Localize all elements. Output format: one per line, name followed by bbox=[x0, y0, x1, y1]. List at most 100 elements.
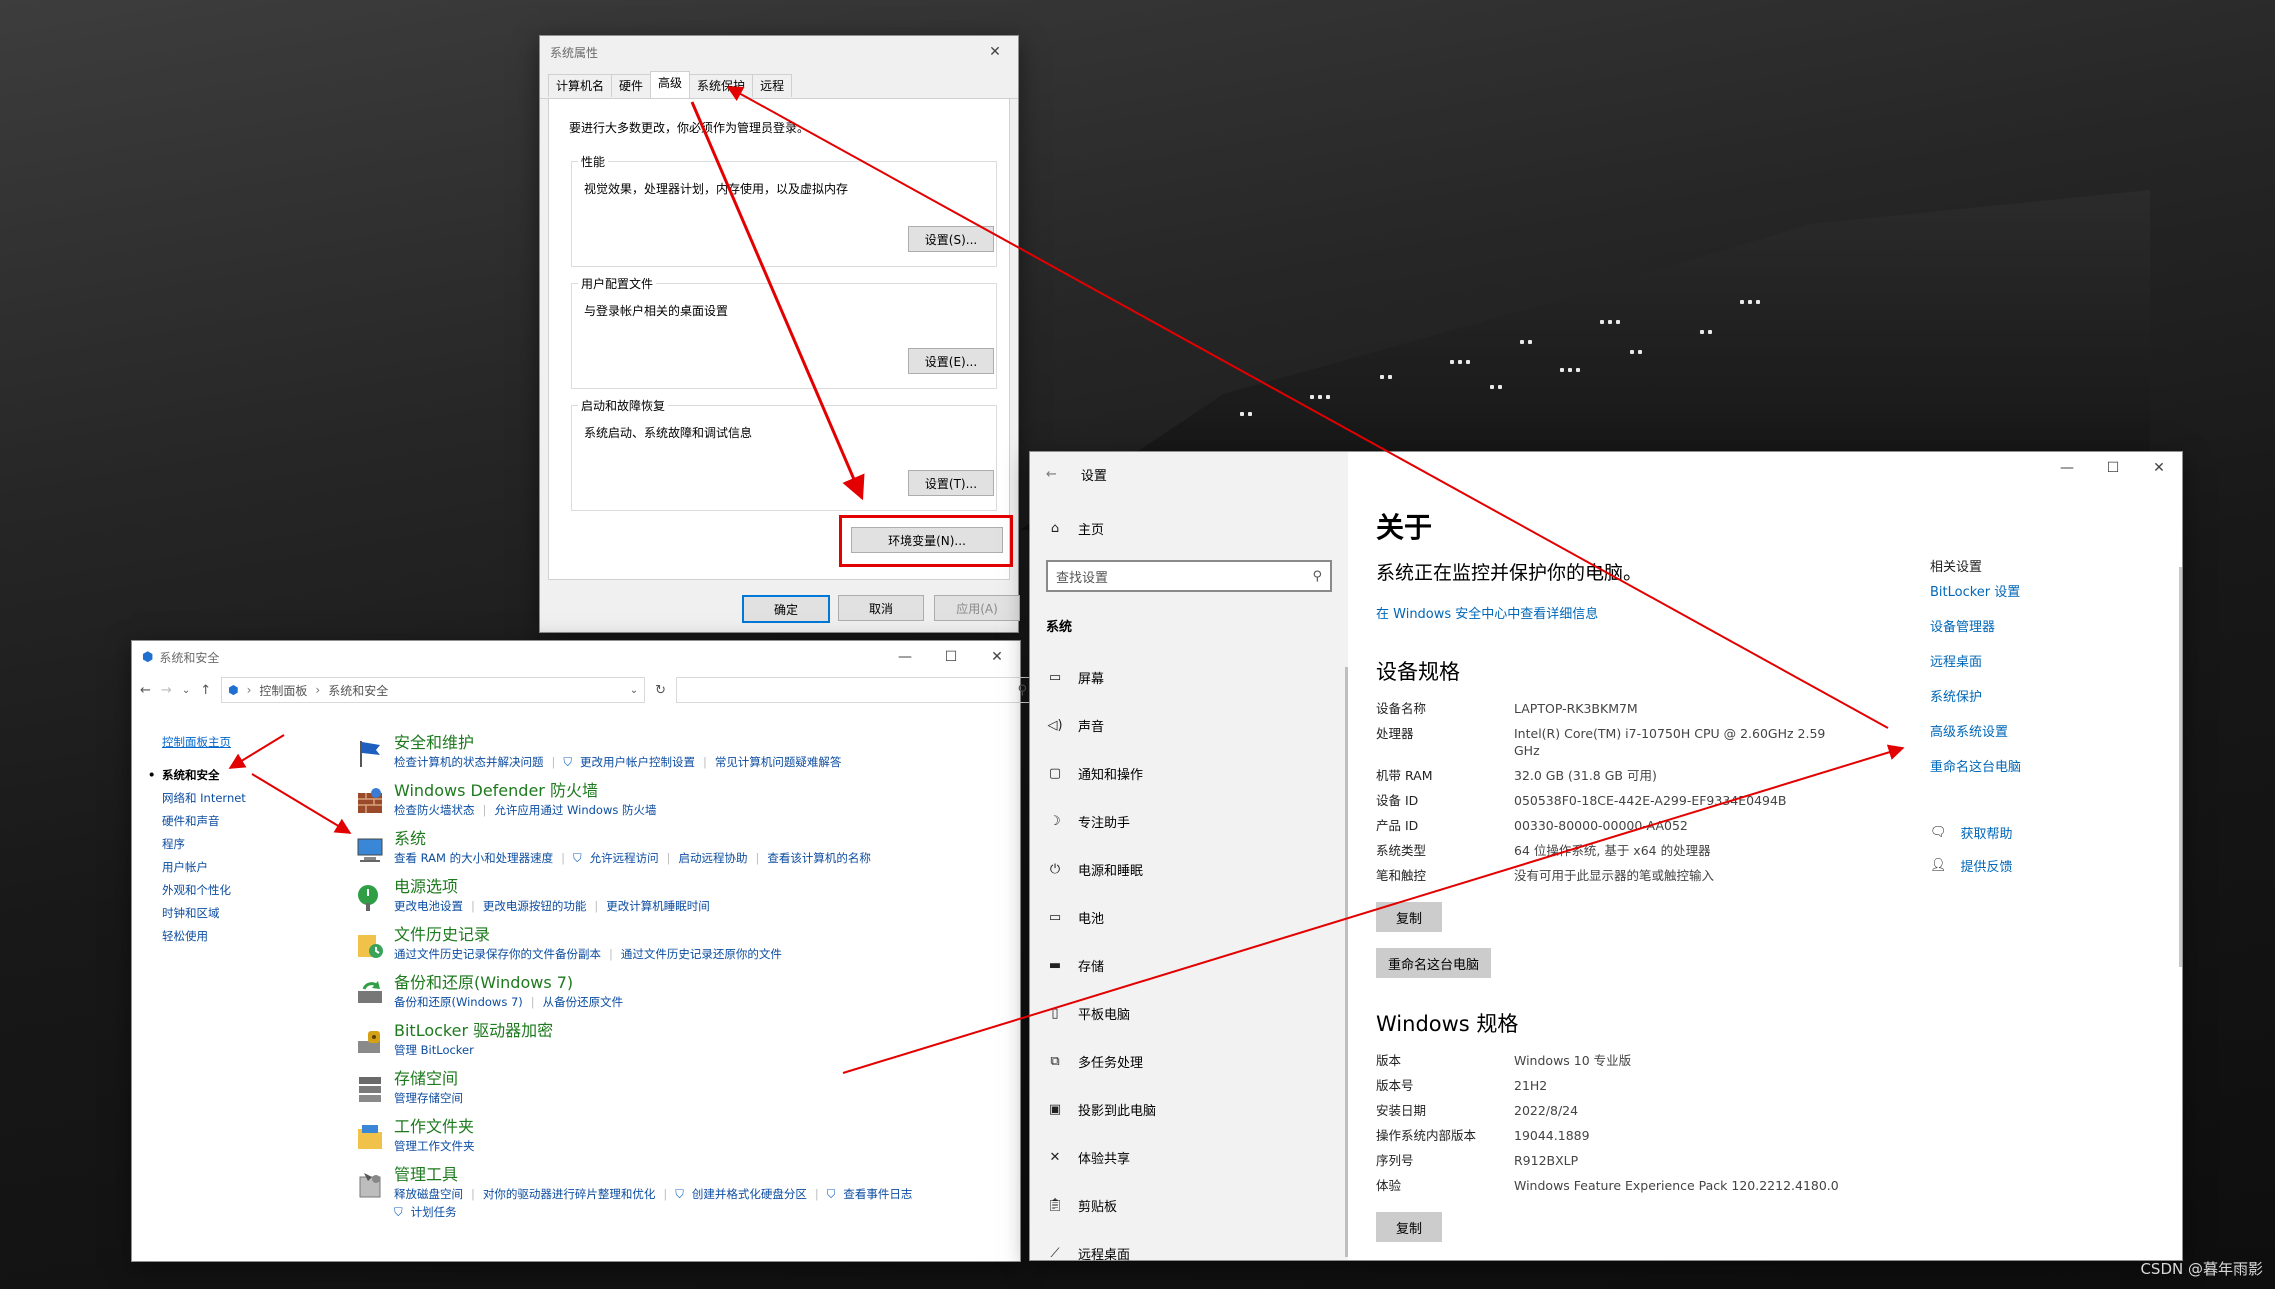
category-title[interactable]: Windows Defender 防火墙 bbox=[394, 781, 920, 801]
get-help-link[interactable]: 🗨︎ 获取帮助 bbox=[1930, 823, 2150, 842]
category-link[interactable]: 管理 BitLocker bbox=[394, 1041, 482, 1059]
category-title[interactable]: 存储空间 bbox=[394, 1069, 920, 1089]
sidebar-item-appearance[interactable]: 外观和个性化 bbox=[162, 879, 246, 902]
performance-settings-button[interactable]: 设置(S)... bbox=[908, 226, 994, 252]
sidebar-item-ease-of-access[interactable]: 轻松使用 bbox=[162, 925, 246, 948]
nav-projecting[interactable]: ▣ 投影到此电脑 bbox=[1030, 1085, 1348, 1133]
nav-power-sleep[interactable]: ⏻ 电源和睡眠 bbox=[1030, 845, 1348, 893]
back-arrow-icon[interactable]: ← bbox=[1046, 467, 1057, 482]
nav-display[interactable]: ▭ 屏幕 bbox=[1030, 653, 1348, 701]
breadcrumb-control-panel[interactable]: 控制面板 bbox=[259, 682, 307, 699]
category-link[interactable]: 更改电池设置 bbox=[394, 897, 471, 915]
nav-tablet[interactable]: ▯ 平板电脑 bbox=[1030, 989, 1348, 1037]
nav-sound[interactable]: ◁) 声音 bbox=[1030, 701, 1348, 749]
nav-home[interactable]: ⌂ 主页 bbox=[1030, 510, 1348, 546]
close-icon[interactable]: ✕ bbox=[972, 36, 1018, 68]
cp-search-input[interactable]: ⚲ bbox=[676, 677, 1035, 703]
category-link[interactable]: 查看该计算机的名称 bbox=[767, 849, 879, 867]
category-title[interactable]: 文件历史记录 bbox=[394, 925, 920, 945]
category-link[interactable]: 查看 RAM 的大小和处理器速度 bbox=[394, 849, 561, 867]
copy-windows-spec-button[interactable]: 复制 bbox=[1376, 1212, 1443, 1242]
maximize-icon[interactable]: ☐ bbox=[928, 641, 974, 673]
category-link[interactable]: 从备份还原文件 bbox=[543, 993, 632, 1011]
up-arrow-icon[interactable]: ↑ bbox=[200, 683, 211, 698]
category-title[interactable]: 管理工具 bbox=[394, 1165, 920, 1185]
category-title[interactable]: 系统 bbox=[394, 829, 920, 849]
copy-device-spec-button[interactable]: 复制 bbox=[1376, 902, 1443, 932]
sidebar-item-clock-region[interactable]: 时钟和区域 bbox=[162, 902, 246, 925]
category-title[interactable]: 工作文件夹 bbox=[394, 1117, 920, 1137]
category-title[interactable]: 安全和维护 bbox=[394, 733, 920, 753]
feedback-link[interactable]: 👤︎ 提供反馈 bbox=[1930, 856, 2150, 875]
tab-system-protection[interactable]: 系统保护 bbox=[689, 74, 754, 97]
category-link[interactable]: 通过文件历史记录保存你的文件备份副本 bbox=[394, 945, 609, 963]
category-link[interactable]: 更改计算机睡眠时间 bbox=[606, 897, 718, 915]
category-link[interactable]: 通过文件历史记录还原你的文件 bbox=[621, 945, 790, 963]
apply-button[interactable]: 应用(A) bbox=[934, 595, 1020, 621]
nav-storage[interactable]: ▬ 存储 bbox=[1030, 941, 1348, 989]
nav-clipboard[interactable]: 📋︎ 剪贴板 bbox=[1030, 1181, 1348, 1229]
ok-button[interactable]: 确定 bbox=[742, 595, 830, 623]
category-link[interactable]: 备份和还原(Windows 7) bbox=[394, 993, 531, 1011]
cp-home-link[interactable]: 控制面板主页 bbox=[162, 731, 246, 754]
related-rename-pc-link[interactable]: 重命名这台电脑 bbox=[1930, 756, 2150, 775]
related-remote-desktop-link[interactable]: 远程桌面 bbox=[1930, 651, 2150, 670]
nav-shared-experiences[interactable]: ✕ 体验共享 bbox=[1030, 1133, 1348, 1181]
nav-notifications[interactable]: ▢ 通知和操作 bbox=[1030, 749, 1348, 797]
category-link[interactable]: 对你的驱动器进行碎片整理和优化 bbox=[483, 1185, 664, 1203]
related-bitlocker-link[interactable]: BitLocker 设置 bbox=[1930, 581, 2150, 600]
category-title[interactable]: BitLocker 驱动器加密 bbox=[394, 1021, 920, 1041]
category-link[interactable]: 管理存储空间 bbox=[394, 1089, 471, 1107]
related-system-protection-link[interactable]: 系统保护 bbox=[1930, 686, 2150, 705]
main-scrollbar[interactable] bbox=[2179, 567, 2182, 967]
category-link[interactable]: 更改电源按钮的功能 bbox=[483, 897, 595, 915]
nav-battery[interactable]: ▭ 电池 bbox=[1030, 893, 1348, 941]
category-link[interactable]: 允许远程访问 bbox=[590, 849, 667, 867]
nav-remote-desktop[interactable]: ⟋ 远程桌面 bbox=[1030, 1229, 1348, 1277]
related-device-manager-link[interactable]: 设备管理器 bbox=[1930, 616, 2150, 635]
sidebar-item-programs[interactable]: 程序 bbox=[162, 833, 246, 856]
category-link[interactable]: 检查计算机的状态并解决问题 bbox=[394, 753, 552, 771]
sidebar-item-user-accounts[interactable]: 用户帐户 bbox=[162, 856, 246, 879]
sidebar-item-hardware-sound[interactable]: 硬件和声音 bbox=[162, 810, 246, 833]
category-link[interactable]: 查看事件日志 bbox=[843, 1185, 920, 1203]
sidebar-item-network[interactable]: 网络和 Internet bbox=[162, 787, 246, 810]
tab-advanced[interactable]: 高级 bbox=[650, 71, 691, 98]
category-link[interactable]: 常见计算机问题疑难解答 bbox=[715, 753, 850, 771]
refresh-icon[interactable]: ↻ bbox=[655, 683, 666, 698]
minimize-icon[interactable]: — bbox=[882, 641, 928, 673]
back-arrow-icon[interactable]: ← bbox=[140, 683, 151, 698]
recent-chevron-icon[interactable]: ⌄ bbox=[182, 685, 190, 696]
tab-remote[interactable]: 远程 bbox=[752, 74, 793, 97]
minimize-icon[interactable]: — bbox=[2044, 452, 2090, 484]
category-link[interactable]: 创建并格式化硬盘分区 bbox=[692, 1185, 815, 1203]
nav-focus-assist[interactable]: ☽ 专注助手 bbox=[1030, 797, 1348, 845]
category-link[interactable]: 启动远程协助 bbox=[679, 849, 756, 867]
nav-multitasking[interactable]: ⧉ 多任务处理 bbox=[1030, 1037, 1348, 1085]
tab-computer-name[interactable]: 计算机名 bbox=[548, 74, 613, 97]
category-title[interactable]: 电源选项 bbox=[394, 877, 920, 897]
category-link[interactable]: 检查防火墙状态 bbox=[394, 801, 483, 819]
close-icon[interactable]: ✕ bbox=[974, 641, 1020, 673]
security-center-link[interactable]: 在 Windows 安全中心中查看详细信息 bbox=[1376, 603, 1896, 622]
category-title[interactable]: 备份和还原(Windows 7) bbox=[394, 973, 920, 993]
related-advanced-system-link[interactable]: 高级系统设置 bbox=[1930, 721, 2150, 740]
settings-search-input[interactable]: 查找设置 ⚲ bbox=[1046, 560, 1332, 592]
maximize-icon[interactable]: ☐ bbox=[2090, 452, 2136, 484]
forward-arrow-icon[interactable]: → bbox=[161, 683, 172, 698]
tab-hardware[interactable]: 硬件 bbox=[611, 74, 652, 97]
category-link[interactable]: 更改用户帐户控制设置 bbox=[580, 753, 703, 771]
chevron-down-icon[interactable]: ⌄ bbox=[630, 685, 638, 696]
cancel-button[interactable]: 取消 bbox=[838, 595, 924, 621]
category-link[interactable]: 允许应用通过 Windows 防火墙 bbox=[494, 801, 664, 819]
user-profiles-settings-button[interactable]: 设置(E)... bbox=[908, 348, 994, 374]
category-link[interactable]: 释放磁盘空间 bbox=[394, 1185, 471, 1203]
startup-recovery-settings-button[interactable]: 设置(T)... bbox=[908, 470, 994, 496]
breadcrumb-system-security[interactable]: 系统和安全 bbox=[328, 682, 388, 699]
sidebar-scrollbar[interactable] bbox=[1345, 667, 1348, 1257]
close-icon[interactable]: ✕ bbox=[2136, 452, 2182, 484]
rename-pc-button[interactable]: 重命名这台电脑 bbox=[1376, 948, 1492, 978]
category-link[interactable]: 计划任务 bbox=[411, 1203, 465, 1221]
address-box[interactable]: ⬢ › 控制面板 › 系统和安全 ⌄ bbox=[221, 677, 646, 703]
sidebar-item-system-security[interactable]: 系统和安全 bbox=[148, 764, 246, 787]
